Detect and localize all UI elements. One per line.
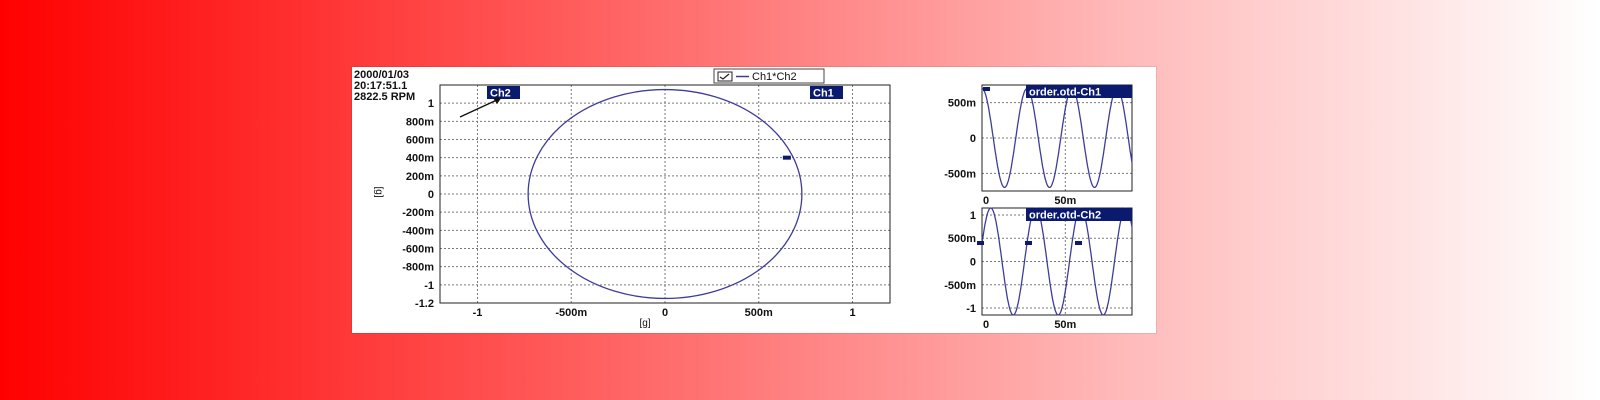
arrow-icon: [459, 97, 502, 118]
x-tick-label: 0: [983, 319, 989, 331]
y-tick-label: -800m: [402, 262, 434, 274]
waveform-trace: [981, 207, 1133, 316]
waveform-marker: [1075, 241, 1082, 245]
y-tick-label: -1: [424, 280, 434, 292]
y-tick-label: 1: [428, 98, 434, 110]
x-tick-label: 1: [849, 307, 855, 319]
legend[interactable]: Ch1*Ch2: [713, 68, 825, 84]
y-tick-label: 600m: [406, 135, 434, 147]
legend-checkbox-icon[interactable]: [717, 71, 733, 82]
y-tick-label: -200m: [402, 207, 434, 219]
y-tick-label: -1.2: [415, 298, 434, 310]
legend-label: Ch1*Ch2: [752, 71, 797, 83]
y-tick-label: 500m: [948, 233, 976, 245]
y-tick-label: -500m: [944, 280, 976, 292]
y-tick-label: 0: [970, 133, 976, 145]
x-tick-label: 500m: [745, 307, 773, 319]
y-tick-label: 0: [970, 257, 976, 269]
waveform-marker: [1025, 241, 1032, 245]
y-tick-label: 200m: [406, 171, 434, 183]
info-rpm: 2822.5 RPM: [354, 91, 415, 103]
series-badge: order.otd-Ch1: [1026, 85, 1132, 99]
badge-ch1-label: Ch1: [813, 88, 834, 100]
y-tick-label: -1: [966, 303, 976, 315]
waveform-trace: [981, 87, 1133, 189]
trace-marker: [782, 155, 791, 160]
y-tick-label: 1: [970, 210, 976, 222]
x-tick-label: 0: [983, 195, 989, 207]
waveform-marker: [983, 87, 990, 91]
chart-canvas: 2000/01/03 20:17:51.1 2822.5 RPM Ch1*Ch2…: [354, 68, 1133, 331]
y-tick-label: -600m: [402, 244, 434, 256]
order-plot-ch1: 500m 0 -500m 0 50m order.otd-Ch1: [944, 84, 1133, 207]
plot-frame: [981, 84, 1133, 192]
x-axis-label: [g]: [639, 318, 650, 329]
order-plot-ch2: 1 500m 0 -500m -1 0 50m order.otd-Ch2: [944, 207, 1133, 331]
series-badge-label: order.otd-Ch2: [1029, 210, 1101, 222]
xy-plot: -1 -500m 0 500m 1 1 800m 600m 400m 200m 0 -200m -400…: [373, 84, 891, 329]
x-tick-label: -500m: [555, 307, 587, 319]
waveform-marker: [977, 241, 984, 245]
y-tick-label: -400m: [402, 225, 434, 237]
arrow-shaft: [459, 98, 500, 118]
chart-panel: 2000/01/03 20:17:51.1 2822.5 RPM Ch1*Ch2…: [352, 67, 1156, 333]
y-tick-label: -500m: [944, 168, 976, 180]
x-tick-label: -1: [473, 307, 483, 319]
page-background: 2000/01/03 20:17:51.1 2822.5 RPM Ch1*Ch2…: [0, 0, 1600, 400]
y-tick-label: 500m: [948, 98, 976, 110]
y-tick-label: 400m: [406, 153, 434, 165]
x-tick-label: 50m: [1054, 319, 1076, 331]
badge-ch2: Ch2: [487, 86, 520, 100]
y-axis-label: [g]: [373, 186, 384, 197]
series-badge: order.otd-Ch2: [1026, 208, 1132, 222]
y-tick-label: 0: [428, 189, 434, 201]
series-badge-label: order.otd-Ch1: [1029, 87, 1101, 99]
y-tick-label: 800m: [406, 116, 434, 128]
badge-ch1: Ch1: [810, 86, 843, 100]
x-tick-label: 0: [662, 307, 668, 319]
x-tick-label: 50m: [1054, 195, 1076, 207]
